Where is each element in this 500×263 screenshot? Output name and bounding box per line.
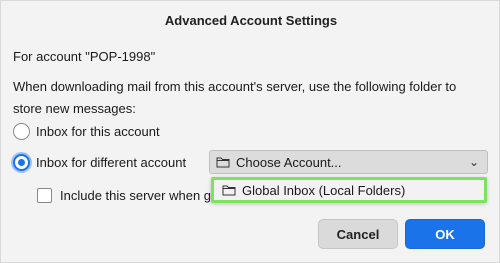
- choose-account-select[interactable]: Choose Account... ⌄: [209, 150, 488, 174]
- include-server-checkbox[interactable]: [37, 188, 52, 203]
- folder-icon: [222, 185, 236, 196]
- dropdown-item-label: Global Inbox (Local Folders): [242, 182, 406, 198]
- description-text: When downloading mail from this account'…: [13, 79, 457, 116]
- advanced-account-settings-dialog: Advanced Account Settings For account "P…: [0, 0, 500, 263]
- radio-button-selected[interactable]: [13, 154, 30, 171]
- chevron-down-icon: ⌄: [468, 155, 479, 169]
- select-value: Choose Account...: [236, 154, 342, 170]
- radio-label: Inbox for this account: [36, 124, 160, 139]
- ok-button[interactable]: OK: [405, 219, 485, 249]
- folder-icon: [216, 157, 230, 168]
- dropdown-item-global-inbox[interactable]: Global Inbox (Local Folders): [211, 177, 487, 203]
- radio-inbox-this-account[interactable]: Inbox for this account: [13, 123, 160, 140]
- for-account-label: For account "POP-1998": [13, 49, 156, 64]
- cancel-button[interactable]: Cancel: [318, 219, 398, 249]
- dialog-title: Advanced Account Settings: [164, 13, 338, 28]
- radio-inbox-different-account[interactable]: Inbox for different account: [13, 154, 186, 171]
- include-server-row[interactable]: Include this server when g: [37, 188, 211, 203]
- radio-button[interactable]: [13, 123, 30, 140]
- radio-label: Inbox for different account: [36, 155, 187, 170]
- checkbox-label: Include this server when g: [60, 188, 212, 203]
